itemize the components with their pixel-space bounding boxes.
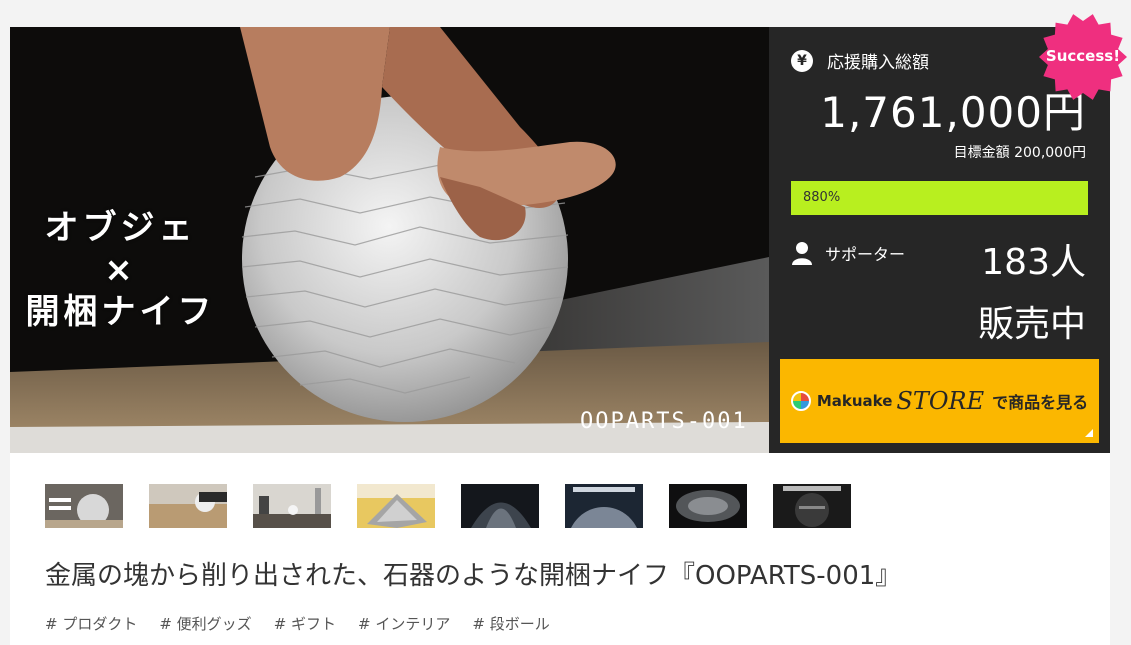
supporters-count: 183人 — [981, 242, 1086, 283]
tag-gadget[interactable]: # 便利グッズ — [159, 613, 251, 634]
thumbnail-3[interactable] — [253, 484, 331, 528]
makuake-logo-icon — [790, 391, 811, 411]
progress-bar: 880% — [791, 181, 1088, 215]
sale-status: 販売中 — [977, 304, 1086, 345]
hero-product-code: OOPARTS-001 — [580, 409, 748, 434]
total-label-row: ¥ 応援購入総額 — [791, 48, 929, 73]
person-icon — [792, 242, 812, 265]
supporters-row: サポーター — [791, 241, 905, 265]
tag-interior[interactable]: # インテリア — [358, 613, 450, 634]
store-cta: で商品を見る — [992, 393, 1089, 412]
tag-list: # プロダクト # 便利グッズ # ギフト # インテリア # 段ボール — [45, 613, 550, 634]
hero-title: オブジェ × 開梱ナイフ — [18, 207, 223, 333]
hero-image[interactable]: オブジェ × 開梱ナイフ OOPARTS-001 — [10, 27, 769, 453]
thumbnail-6[interactable] — [565, 484, 643, 528]
thumbnail-1[interactable] — [45, 484, 123, 528]
goal-amount: 目標金額 200,000円 — [953, 145, 1086, 161]
store-wordmark: STORE — [896, 387, 985, 415]
store-brand: Makuake — [816, 392, 893, 410]
tag-cardboard[interactable]: # 段ボール — [472, 613, 549, 634]
hero-title-line-3: 開梱ナイフ — [25, 292, 216, 332]
hero-title-line-2: × — [104, 250, 137, 290]
makuake-store-button[interactable]: Makuake STORE で商品を見る — [780, 359, 1099, 443]
project-content: 金属の塊から削り出された、石器のような開梱ナイフ『OOPARTS-001』 # … — [10, 453, 1110, 645]
corner-arrow-icon — [1085, 429, 1093, 437]
thumbnail-7[interactable] — [669, 484, 747, 528]
tag-gift[interactable]: # ギフト — [274, 613, 336, 634]
tag-product[interactable]: # プロダクト — [45, 613, 137, 634]
thumbnail-2[interactable] — [149, 484, 227, 528]
thumbnail-5[interactable] — [461, 484, 539, 528]
supporters-label: サポーター — [825, 245, 906, 264]
hero-title-line-1: オブジェ — [44, 208, 197, 248]
product-title: 金属の塊から削り出された、石器のような開梱ナイフ『OOPARTS-001』 — [45, 561, 902, 591]
project-page: オブジェ × 開梱ナイフ OOPARTS-001 ¥ 応援購入総額 1,761,… — [0, 0, 1131, 645]
success-badge: Success! — [1045, 47, 1121, 65]
thumbnail-4[interactable] — [357, 484, 435, 528]
thumbnail-8[interactable] — [773, 484, 851, 528]
thumbnail-strip — [45, 484, 851, 528]
progress-label: 880% — [803, 190, 841, 205]
yen-icon: ¥ — [791, 49, 813, 72]
total-label: 応援購入総額 — [827, 53, 929, 73]
